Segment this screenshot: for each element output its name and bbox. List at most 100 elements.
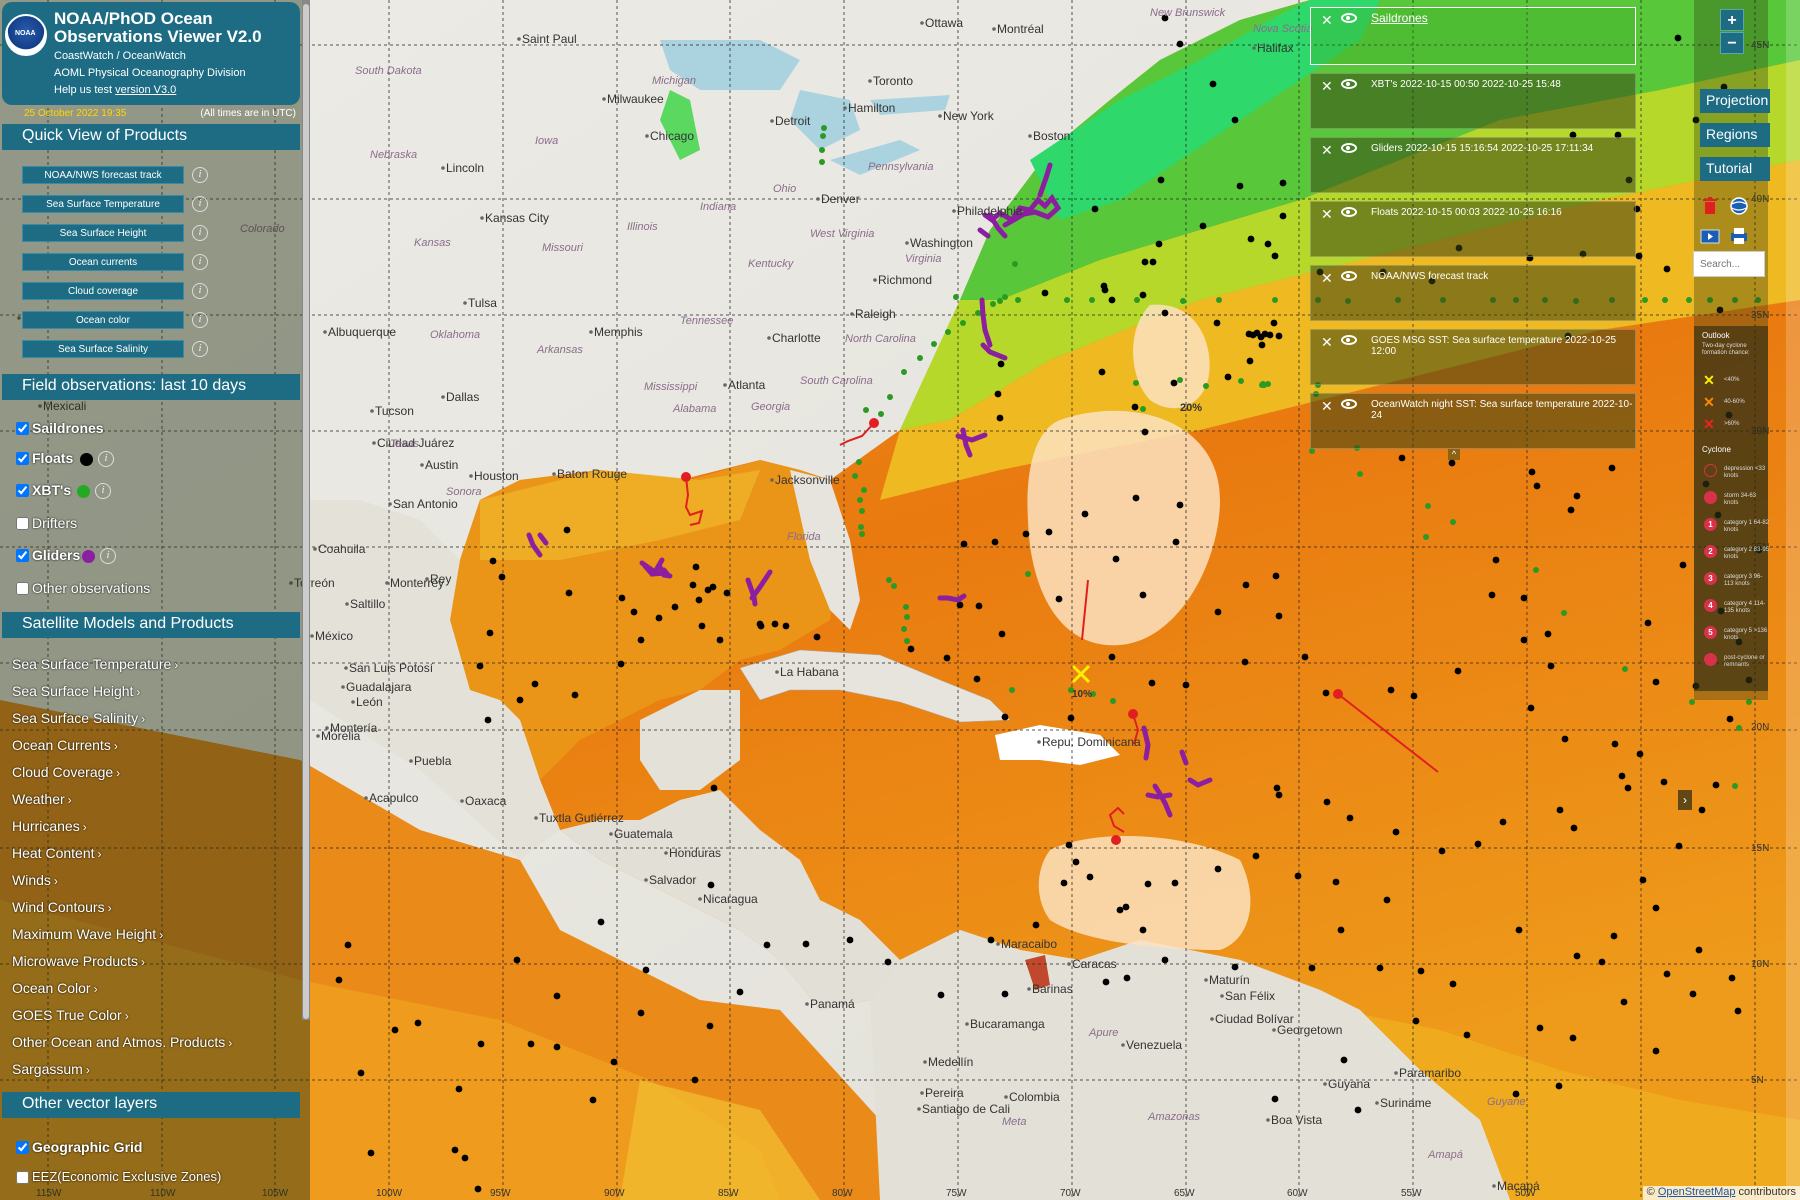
float-marker[interactable]: [1102, 978, 1110, 986]
float-marker[interactable]: [695, 596, 703, 604]
xbt-marker[interactable]: [1260, 381, 1266, 387]
float-marker[interactable]: [1091, 205, 1099, 213]
float-marker[interactable]: [736, 988, 744, 996]
float-marker[interactable]: [960, 540, 968, 548]
float-marker[interactable]: [1275, 332, 1283, 340]
xbt-marker[interactable]: [1064, 297, 1070, 303]
quick-view-button[interactable]: NOAA/NWS forecast track: [22, 166, 184, 184]
float-marker[interactable]: [723, 589, 731, 597]
float-marker[interactable]: [451, 1146, 459, 1154]
float-marker[interactable]: [1660, 778, 1668, 786]
float-marker[interactable]: [1734, 1007, 1742, 1015]
field-obs-checkbox[interactable]: [16, 549, 29, 562]
float-marker[interactable]: [1067, 714, 1075, 722]
float-marker[interactable]: [998, 630, 1006, 638]
globe-icon[interactable]: [1729, 196, 1749, 216]
float-marker[interactable]: [1499, 818, 1507, 826]
float-marker[interactable]: [1249, 331, 1257, 339]
xbt-marker[interactable]: [1662, 297, 1668, 303]
float-marker[interactable]: [782, 622, 790, 630]
float-marker[interactable]: [1417, 967, 1425, 975]
float-marker[interactable]: [1598, 958, 1606, 966]
float-marker[interactable]: [414, 1019, 422, 1027]
float-marker[interactable]: [943, 654, 951, 662]
zoom-in-button[interactable]: +: [1720, 9, 1744, 31]
info-icon[interactable]: i: [192, 254, 208, 270]
float-marker[interactable]: [1663, 970, 1671, 978]
xbt-marker[interactable]: [863, 407, 869, 413]
float-marker[interactable]: [489, 557, 497, 565]
float-marker[interactable]: [357, 1069, 365, 1077]
float-marker[interactable]: [1520, 636, 1528, 644]
float-marker[interactable]: [516, 696, 524, 704]
float-marker[interactable]: [1520, 594, 1528, 602]
float-marker[interactable]: [1412, 1017, 1420, 1025]
xbt-marker[interactable]: [861, 487, 867, 493]
xbt-marker[interactable]: [1110, 698, 1116, 704]
float-marker[interactable]: [1131, 403, 1139, 411]
xbt-marker[interactable]: [1216, 297, 1222, 303]
float-marker[interactable]: [1652, 678, 1660, 686]
float-marker[interactable]: [1528, 468, 1536, 476]
float-marker[interactable]: [1515, 926, 1523, 934]
float-marker[interactable]: [1182, 681, 1190, 689]
xbt-marker[interactable]: [990, 301, 996, 307]
float-marker[interactable]: [1332, 878, 1340, 886]
float-marker[interactable]: [1172, 538, 1180, 546]
search-input[interactable]: [1693, 251, 1765, 277]
xbt-marker[interactable]: [1736, 725, 1742, 731]
satellite-menu-item[interactable]: Other Ocean and Atmos. Products ›: [12, 1034, 232, 1050]
float-marker[interactable]: [1570, 824, 1578, 832]
float-marker[interactable]: [1492, 556, 1500, 564]
print-icon[interactable]: [1729, 226, 1749, 246]
xbt-marker[interactable]: [1561, 610, 1567, 616]
xbt-marker[interactable]: [1642, 297, 1648, 303]
float-marker[interactable]: [1573, 492, 1581, 500]
saildrone-marker[interactable]: [869, 418, 879, 428]
float-marker[interactable]: [1376, 964, 1384, 972]
glider-track[interactable]: [1145, 792, 1173, 800]
float-marker[interactable]: [1275, 612, 1283, 620]
xbt-marker[interactable]: [945, 329, 951, 335]
vector-layers-header[interactable]: Other vector layers: [2, 1092, 300, 1118]
xbt-marker[interactable]: [904, 614, 910, 620]
xbt-marker[interactable]: [1012, 261, 1018, 267]
float-marker[interactable]: [1695, 946, 1703, 954]
info-icon[interactable]: i: [192, 341, 208, 357]
float-marker[interactable]: [1618, 772, 1626, 780]
float-marker[interactable]: [691, 1076, 699, 1084]
xbt-marker[interactable]: [1272, 297, 1278, 303]
float-marker[interactable]: [477, 1040, 485, 1048]
float-marker[interactable]: [455, 1085, 463, 1093]
float-marker[interactable]: [1001, 990, 1009, 998]
projection-button[interactable]: Projection: [1700, 89, 1770, 113]
trash-icon[interactable]: [1700, 196, 1720, 216]
float-marker[interactable]: [991, 538, 999, 546]
float-marker[interactable]: [486, 629, 494, 637]
float-marker[interactable]: [1065, 841, 1073, 849]
satellite-menu-item[interactable]: Hurricanes ›: [12, 818, 87, 834]
float-marker[interactable]: [1236, 182, 1244, 190]
float-marker[interactable]: [1346, 814, 1354, 822]
float-marker[interactable]: [706, 1022, 714, 1030]
float-marker[interactable]: [1383, 896, 1391, 904]
float-marker[interactable]: [692, 563, 700, 571]
satellite-menu-item[interactable]: Sea Surface Height ›: [12, 683, 140, 699]
video-icon[interactable]: [1700, 226, 1720, 246]
float-marker[interactable]: [1101, 286, 1109, 294]
float-marker[interactable]: [1337, 926, 1345, 934]
xbt-marker[interactable]: [1357, 471, 1363, 477]
xbt-marker[interactable]: [820, 133, 826, 139]
float-marker[interactable]: [335, 976, 343, 984]
xbt-marker[interactable]: [953, 294, 959, 300]
info-icon[interactable]: i: [192, 167, 208, 183]
float-marker[interactable]: [1675, 842, 1683, 850]
xbt-marker[interactable]: [878, 411, 884, 417]
float-marker[interactable]: [1279, 212, 1287, 220]
xbt-marker[interactable]: [1425, 503, 1431, 509]
info-icon[interactable]: i: [192, 283, 208, 299]
float-marker[interactable]: [1340, 1056, 1348, 1064]
xbt-marker[interactable]: [887, 394, 893, 400]
field-obs-checkbox[interactable]: [16, 484, 29, 497]
float-marker[interactable]: [1242, 581, 1250, 589]
